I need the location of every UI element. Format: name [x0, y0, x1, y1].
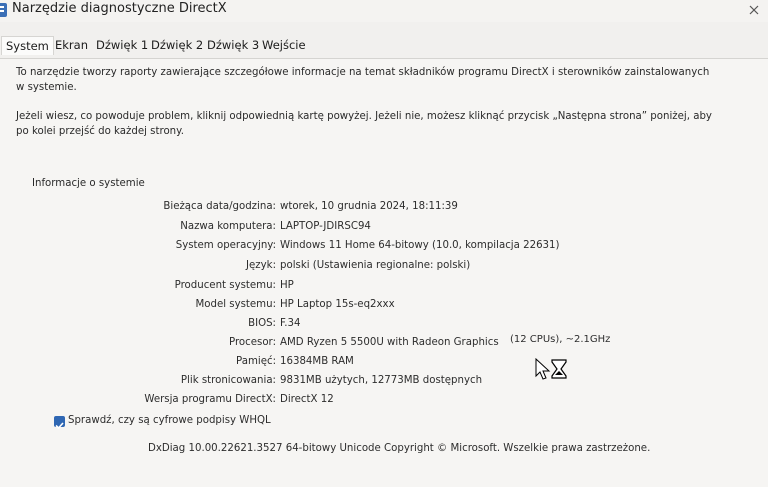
check-mark-icon [55, 422, 64, 430]
row-label-model: Model systemu: [195, 299, 276, 310]
tab-wejscie[interactable]: Wejście [262, 38, 306, 52]
row-value-language: polski (Ustawienia regionalne: polski) [280, 260, 471, 271]
row-value-memory: 16384MB RAM [280, 356, 354, 367]
row-label-bios: BIOS: [248, 318, 276, 329]
row-label-manufacturer: Producent systemu: [174, 280, 276, 291]
row-value-bios: F.34 [280, 318, 301, 329]
tab-ekran[interactable]: Ekran [55, 38, 88, 52]
intro-line-3: Jeżeli wiesz, co powoduje problem, klikn… [16, 111, 712, 122]
whql-checkbox-label[interactable]: Sprawdź, czy są cyfrowe podpisy WHQL [68, 415, 271, 426]
close-icon[interactable] [746, 2, 762, 18]
row-value-processor: AMD Ryzen 5 5500U with Radeon Graphics [280, 337, 499, 348]
dx-app-icon [0, 3, 7, 17]
row-label-computer: Nazwa komputera: [180, 221, 276, 232]
whql-checkbox[interactable] [54, 416, 65, 430]
row-label-memory: Pamięć: [236, 356, 276, 367]
tab-system[interactable]: System [1, 36, 54, 55]
row-label-os: System operacyjny: [175, 240, 276, 251]
row-value-computer: LAPTOP-JDIRSC94 [280, 221, 371, 232]
tab-dzwiek-1[interactable]: Dźwięk 1 [96, 38, 148, 52]
row-label-pagefile: Plik stronicowania: [180, 375, 276, 386]
tab-strip: System Ekran Dźwięk 1 Dźwięk 2 Dźwięk 3 … [0, 36, 768, 58]
row-value-model: HP Laptop 15s-eq2xxx [280, 299, 395, 310]
tab-dzwiek-3[interactable]: Dźwięk 3 [207, 38, 259, 52]
intro-line-4: po kolei przejść do każdej strony. [16, 126, 184, 137]
processor-cpu-count: (12 CPUs), ~2.1GHz [510, 334, 611, 345]
row-label-language: Język: [246, 260, 276, 271]
tab-dzwiek-2[interactable]: Dźwięk 2 [151, 38, 203, 52]
intro-line-1: To narzędzie tworzy raporty zawierające … [16, 67, 710, 78]
dxdiag-window: Narzędzie diagnostyczne DirectX System E… [0, 0, 768, 487]
title-bar: Narzędzie diagnostyczne DirectX [0, 0, 768, 22]
window-title: Narzędzie diagnostyczne DirectX [12, 1, 227, 16]
row-value-datetime: wtorek, 10 grudnia 2024, 18:11:39 [280, 201, 458, 212]
busy-cursor-icon [535, 358, 567, 380]
section-label: Informacje o systemie [32, 178, 145, 189]
row-label-directx: Wersja programu DirectX: [144, 394, 276, 405]
row-label-processor: Procesor: [228, 337, 276, 348]
row-value-os: Windows 11 Home 64-bitowy (10.0, kompila… [280, 240, 560, 251]
intro-line-2: w systemie. [16, 82, 77, 93]
row-value-manufacturer: HP [280, 280, 294, 291]
row-value-pagefile: 9831MB użytych, 12773MB dostępnych [280, 375, 483, 386]
footer-copyright: DxDiag 10.00.22621.3527 64-bitowy Unicod… [148, 443, 651, 454]
row-label-datetime: Bieżąca data/godzina: [163, 201, 276, 212]
row-value-directx: DirectX 12 [280, 394, 334, 405]
